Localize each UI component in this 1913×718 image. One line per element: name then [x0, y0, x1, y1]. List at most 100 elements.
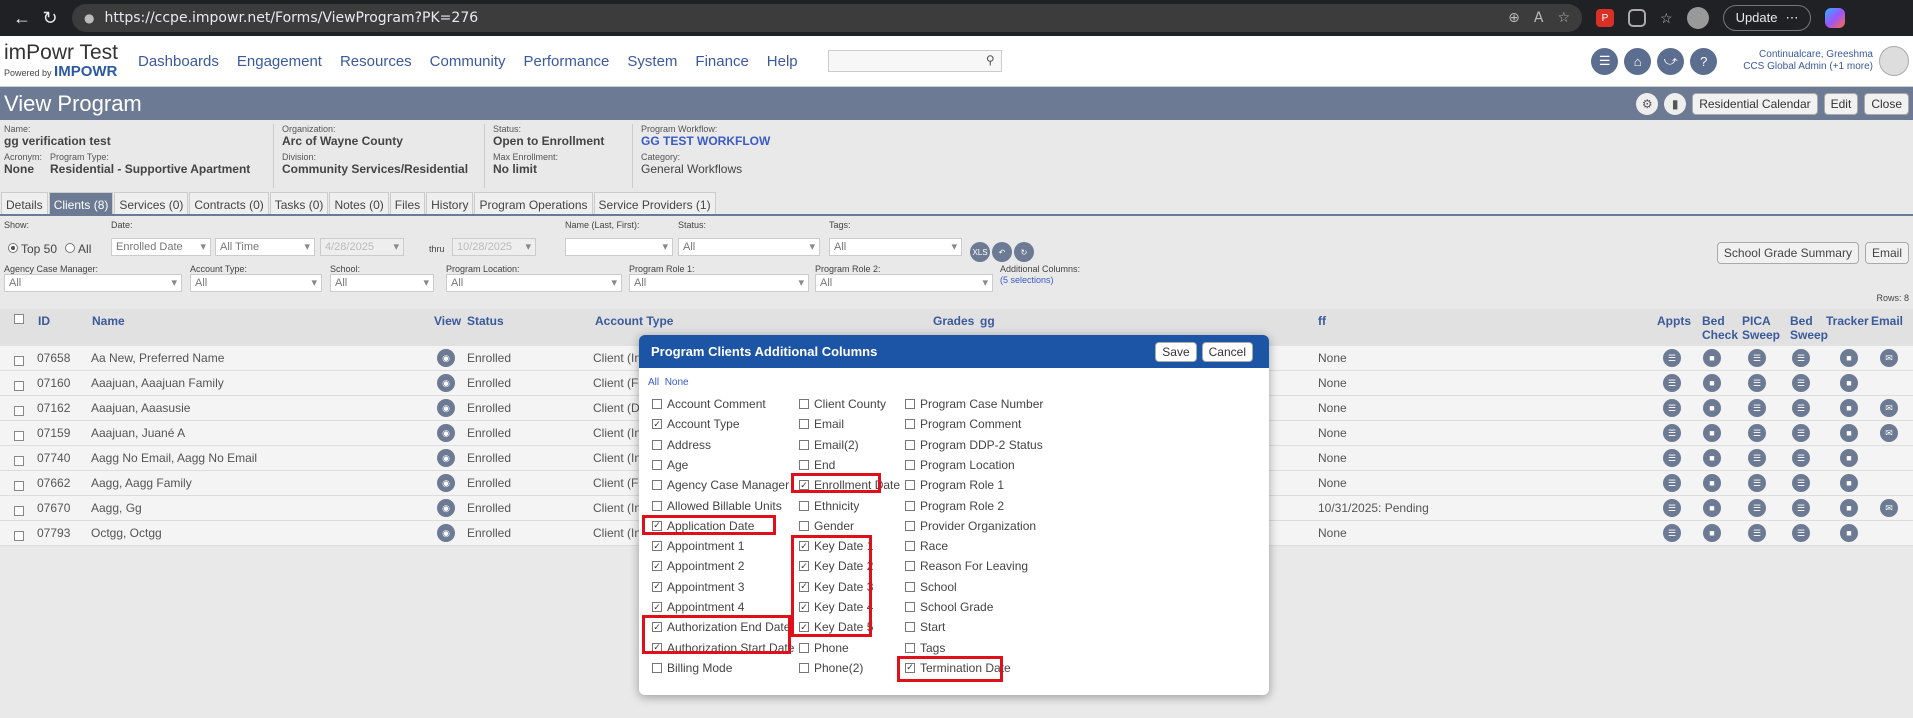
column-option-end[interactable]: End	[799, 458, 835, 472]
share-icon[interactable]: ⤻	[1657, 47, 1685, 75]
view-eye-icon[interactable]: ◉	[437, 349, 455, 367]
program-role1-select[interactable]: All	[629, 274, 809, 292]
select-all-link[interactable]: All	[648, 377, 659, 388]
favorite-star-icon[interactable]: ☆	[1557, 10, 1570, 26]
row-name[interactable]: Aaajuan, Juané A	[91, 426, 185, 440]
favorites-icon[interactable]: ☆	[1660, 10, 1673, 27]
bed-sweep-icon[interactable]: ☰	[1792, 474, 1810, 492]
view-eye-icon[interactable]: ◉	[437, 449, 455, 467]
pica-sweep-icon[interactable]: ☰	[1748, 499, 1766, 517]
row-name[interactable]: Aagg, Gg	[91, 501, 142, 515]
program-role2-select[interactable]: All	[815, 274, 993, 292]
bed-check-icon[interactable]: ■	[1703, 449, 1721, 467]
appts-icon[interactable]: ☰	[1663, 474, 1681, 492]
column-option-appointment-2[interactable]: ✓ Appointment 2	[652, 559, 744, 573]
column-option-appointment-3[interactable]: ✓ Appointment 3	[652, 580, 744, 594]
checkbox[interactable]	[905, 581, 915, 592]
tracker-icon[interactable]: ■	[1840, 524, 1858, 542]
col-id[interactable]: ID	[38, 314, 50, 328]
bed-sweep-icon[interactable]: ☰	[1792, 449, 1810, 467]
tab-contracts[interactable]: Contracts (0)	[189, 192, 269, 214]
row-name[interactable]: Aagg No Email, Aagg No Email	[91, 451, 257, 465]
column-option-program-location[interactable]: Program Location	[905, 458, 1015, 472]
home-icon[interactable]: ⌂	[1624, 47, 1652, 75]
bed-check-icon[interactable]: ■	[1703, 499, 1721, 517]
edit-button[interactable]: Edit	[1823, 92, 1859, 115]
tab-program-operations[interactable]: Program Operations	[474, 192, 593, 214]
view-eye-icon[interactable]: ◉	[437, 424, 455, 442]
bed-sweep-icon[interactable]: ☰	[1792, 499, 1810, 517]
column-option-race[interactable]: Race	[905, 539, 948, 553]
appts-icon[interactable]: ☰	[1663, 399, 1681, 417]
pica-sweep-icon[interactable]: ☰	[1748, 399, 1766, 417]
appts-icon[interactable]: ☰	[1663, 499, 1681, 517]
tab-history[interactable]: History	[426, 192, 474, 214]
checkbox[interactable]	[799, 439, 809, 450]
column-option-email-2[interactable]: Email(2)	[799, 438, 859, 452]
extensions-puzzle-icon[interactable]	[1628, 9, 1646, 27]
acm-select[interactable]: All	[4, 274, 182, 292]
nav-dashboards[interactable]: Dashboards	[138, 53, 219, 70]
to-date-input[interactable]: 10/28/2025	[452, 238, 536, 256]
column-option-allowed-billable-units[interactable]: Allowed Billable Units	[652, 499, 782, 513]
col-account-type[interactable]: Account Type	[595, 314, 673, 328]
column-option-phone-2[interactable]: Phone(2)	[799, 661, 863, 675]
column-option-ethnicity[interactable]: Ethnicity	[799, 499, 859, 513]
pica-sweep-icon[interactable]: ☰	[1748, 524, 1766, 542]
checkbox[interactable]	[652, 399, 662, 409]
xls-export-icon[interactable]: XLS	[970, 242, 990, 262]
user-name[interactable]: Continualcare, Greeshma	[1743, 49, 1873, 61]
checkbox[interactable]	[652, 662, 662, 673]
search-input[interactable]: ⚲	[827, 50, 1002, 72]
bed-check-icon[interactable]: ■	[1703, 374, 1721, 392]
view-eye-icon[interactable]: ◉	[437, 524, 455, 542]
column-option-program-ddp-2-status[interactable]: Program DDP-2 Status	[905, 438, 1043, 452]
tracker-icon[interactable]: ■	[1840, 424, 1858, 442]
column-option-appointment-4[interactable]: ✓ Appointment 4	[652, 600, 744, 614]
checkbox[interactable]	[905, 500, 915, 511]
date-range-select[interactable]: All Time	[215, 238, 315, 256]
col-gg[interactable]: gg	[980, 314, 995, 328]
checkbox[interactable]	[905, 520, 915, 531]
col-appts[interactable]: Appts	[1657, 314, 1691, 328]
col-status[interactable]: Status	[467, 314, 504, 328]
checkbox[interactable]	[799, 520, 809, 531]
modal-save-button[interactable]: Save	[1155, 341, 1197, 362]
checkbox[interactable]	[905, 622, 915, 633]
reload-icon[interactable]: ↻	[36, 4, 64, 32]
view-eye-icon[interactable]: ◉	[437, 399, 455, 417]
name-filter-input[interactable]	[565, 238, 673, 256]
tab-services[interactable]: Services (0)	[114, 192, 189, 214]
column-option-account-comment[interactable]: Account Comment	[652, 397, 766, 411]
tracker-icon[interactable]: ■	[1840, 499, 1858, 517]
back-icon[interactable]: ←	[8, 4, 36, 32]
column-option-agency-case-manager[interactable]: Agency Case Manager	[652, 478, 789, 492]
checkbox[interactable]	[799, 459, 809, 470]
nav-help[interactable]: Help	[767, 53, 798, 70]
list-menu-icon[interactable]: ☰	[1591, 47, 1619, 75]
profile-icon[interactable]	[1686, 7, 1709, 29]
search-icon[interactable]: ⚲	[986, 53, 995, 67]
nav-performance[interactable]: Performance	[524, 53, 610, 70]
column-option-provider-organization[interactable]: Provider Organization	[905, 519, 1036, 533]
program-workflow-link[interactable]: GG TEST WORKFLOW	[641, 134, 841, 148]
column-option-appointment-1[interactable]: ✓ Appointment 1	[652, 539, 744, 553]
help-icon[interactable]: ?	[1690, 47, 1718, 75]
checkbox[interactable]	[905, 419, 915, 430]
col-grades[interactable]: Grades	[933, 314, 974, 328]
email-icon[interactable]: ✉	[1880, 399, 1898, 417]
checkbox[interactable]	[799, 399, 809, 409]
account-type-select[interactable]: All	[190, 274, 322, 292]
row-name[interactable]: Aaajuan, Aaajuan Family	[91, 376, 224, 390]
undo-icon[interactable]: ↶	[992, 242, 1012, 262]
school-select[interactable]: All	[330, 274, 434, 292]
column-option-email[interactable]: Email	[799, 417, 844, 431]
pica-sweep-icon[interactable]: ☰	[1748, 449, 1766, 467]
column-option-start[interactable]: Start	[905, 620, 945, 634]
checkbox[interactable]: ✓	[652, 541, 662, 552]
bed-sweep-icon[interactable]: ☰	[1792, 424, 1810, 442]
bed-check-icon[interactable]: ■	[1703, 474, 1721, 492]
nav-system[interactable]: System	[627, 53, 677, 70]
status-filter-select[interactable]: All	[678, 238, 820, 256]
logo[interactable]: imPowr Test Powered by IMPOWR	[0, 42, 130, 80]
